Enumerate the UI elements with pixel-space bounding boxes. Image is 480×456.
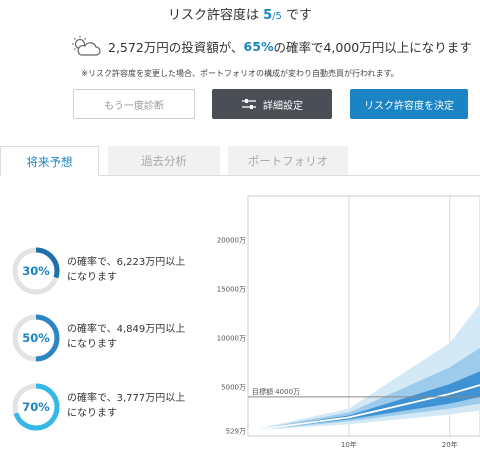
- probability-percent: 70%: [22, 400, 50, 414]
- forecast-suffix: の確率で4,000万円以上になります: [273, 39, 472, 55]
- probability-description: の確率で、6,223万円以上 になります: [67, 255, 185, 285]
- tab-divider: [99, 175, 480, 176]
- probability-line1: の確率で、4,849万円以上: [67, 324, 186, 335]
- chart-y-tick-label: 529万: [226, 427, 246, 435]
- chart-x-tick-label: 10年: [341, 440, 357, 449]
- rebalance-note: ※リスク許容度を変更した場合、ポートフォリオの構成が変わり自動売買が行われます。: [81, 69, 399, 78]
- decide-risk-tolerance-button[interactable]: リスク許容度を決定: [350, 89, 468, 119]
- tab-past-analysis[interactable]: 過去分析: [108, 146, 220, 176]
- probability-line1: の確率で、3,777万円以上: [67, 393, 186, 404]
- tab-future-forecast[interactable]: 将来予想: [0, 146, 99, 176]
- sliders-icon: [242, 99, 256, 109]
- retry-diagnosis-button[interactable]: もう一度診断: [73, 89, 195, 119]
- tab-portfolio[interactable]: ポートフォリオ: [228, 146, 348, 176]
- risk-level-max: /5: [272, 11, 282, 22]
- tab-future-forecast-label: 将来予想: [26, 154, 73, 169]
- title-suffix: です: [286, 8, 313, 23]
- detail-settings-button[interactable]: 詳細設定: [212, 89, 332, 119]
- probability-line2: になります: [67, 339, 117, 350]
- probability-item-50: 50% の確率で、4,849万円以上 になります: [12, 314, 212, 362]
- chart-x-tick-label: 20年: [442, 440, 458, 449]
- decide-risk-tolerance-label: リスク許容度を決定: [364, 100, 454, 112]
- detail-settings-label: 詳細設定: [263, 100, 303, 112]
- probability-line2: になります: [67, 408, 117, 419]
- title-prefix: リスク許容度は: [167, 8, 259, 23]
- probability-description: の確率で、4,849万円以上 になります: [67, 322, 185, 352]
- probability-line1: の確率で、6,223万円以上: [67, 257, 186, 268]
- tab-past-analysis-label: 過去分析: [141, 154, 187, 168]
- retry-diagnosis-label: もう一度診断: [104, 100, 164, 112]
- probability-item-70: 70% の確率で、3,777万円以上 になります: [12, 383, 212, 431]
- chart-y-tick-label: 15000万: [217, 286, 246, 294]
- probability-percent: 30%: [22, 264, 50, 278]
- forecast-probability: 65%: [243, 38, 274, 54]
- probability-percent: 50%: [22, 331, 50, 345]
- risk-tolerance-title: リスク許容度は 5/5 です: [0, 4, 480, 23]
- chart-y-tick-label: 5000万: [221, 384, 246, 392]
- probability-description: の確率で、3,777万円以上 になります: [67, 391, 185, 421]
- forecast-summary: 2,572万円の投資額が、 65% の確率で4,000万円以上になります: [70, 34, 472, 58]
- forecast-chart: 目標額 4000万 20000万 15000万 10000万 5000万 529万 10年 2…: [217, 195, 480, 449]
- probability-line2: になります: [67, 272, 117, 283]
- forecast-prefix: 2,572万円の投資額が、: [108, 39, 244, 55]
- probability-item-30: 30% の確率で、6,223万円以上 になります: [12, 247, 212, 295]
- tab-portfolio-label: ポートフォリオ: [247, 154, 329, 168]
- chart-y-tick-label: 10000万: [217, 335, 246, 343]
- chart-y-tick-label: 20000万: [217, 237, 246, 245]
- partly-cloudy-icon: [72, 36, 101, 56]
- chart-target-label: 目標額 4000万: [252, 387, 300, 396]
- risk-level-value: 5: [263, 8, 273, 23]
